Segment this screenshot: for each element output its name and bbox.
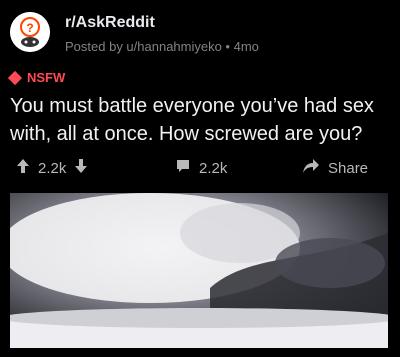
post-header: ? r/AskReddit Posted by u/hannahmiyeko •… xyxy=(10,12,390,56)
svg-text:?: ? xyxy=(26,21,33,35)
askreddit-logo-icon: ? xyxy=(10,12,50,52)
nsfw-label: NSFW xyxy=(27,70,66,85)
post-title[interactable]: You must battle everyone you’ve had sex … xyxy=(10,92,395,148)
arrow-down-icon[interactable] xyxy=(74,158,88,178)
share-button[interactable]: Share xyxy=(302,158,368,178)
diamond-icon xyxy=(7,70,23,85)
post-meta: Posted by u/hannahmiyeko • 4mo xyxy=(65,39,259,54)
vote-controls: 2.2k xyxy=(16,158,88,178)
upvote-count: 2.2k xyxy=(38,159,67,177)
arrow-up-icon[interactable] xyxy=(16,158,30,178)
share-label: Share xyxy=(328,159,369,177)
comment-icon xyxy=(175,158,191,178)
comment-count: 2.2k xyxy=(199,159,228,177)
share-arrow-icon xyxy=(302,158,320,178)
comments-button[interactable]: 2.2k xyxy=(175,158,227,178)
post-image[interactable] xyxy=(10,193,388,348)
post-actions: 2.2k 2.2k Share xyxy=(10,158,390,182)
anime-explosion-image xyxy=(10,193,388,348)
nsfw-tag: NSFW xyxy=(7,70,66,85)
subreddit-avatar[interactable]: ? xyxy=(10,12,50,52)
subreddit-name[interactable]: r/AskReddit xyxy=(65,14,155,32)
